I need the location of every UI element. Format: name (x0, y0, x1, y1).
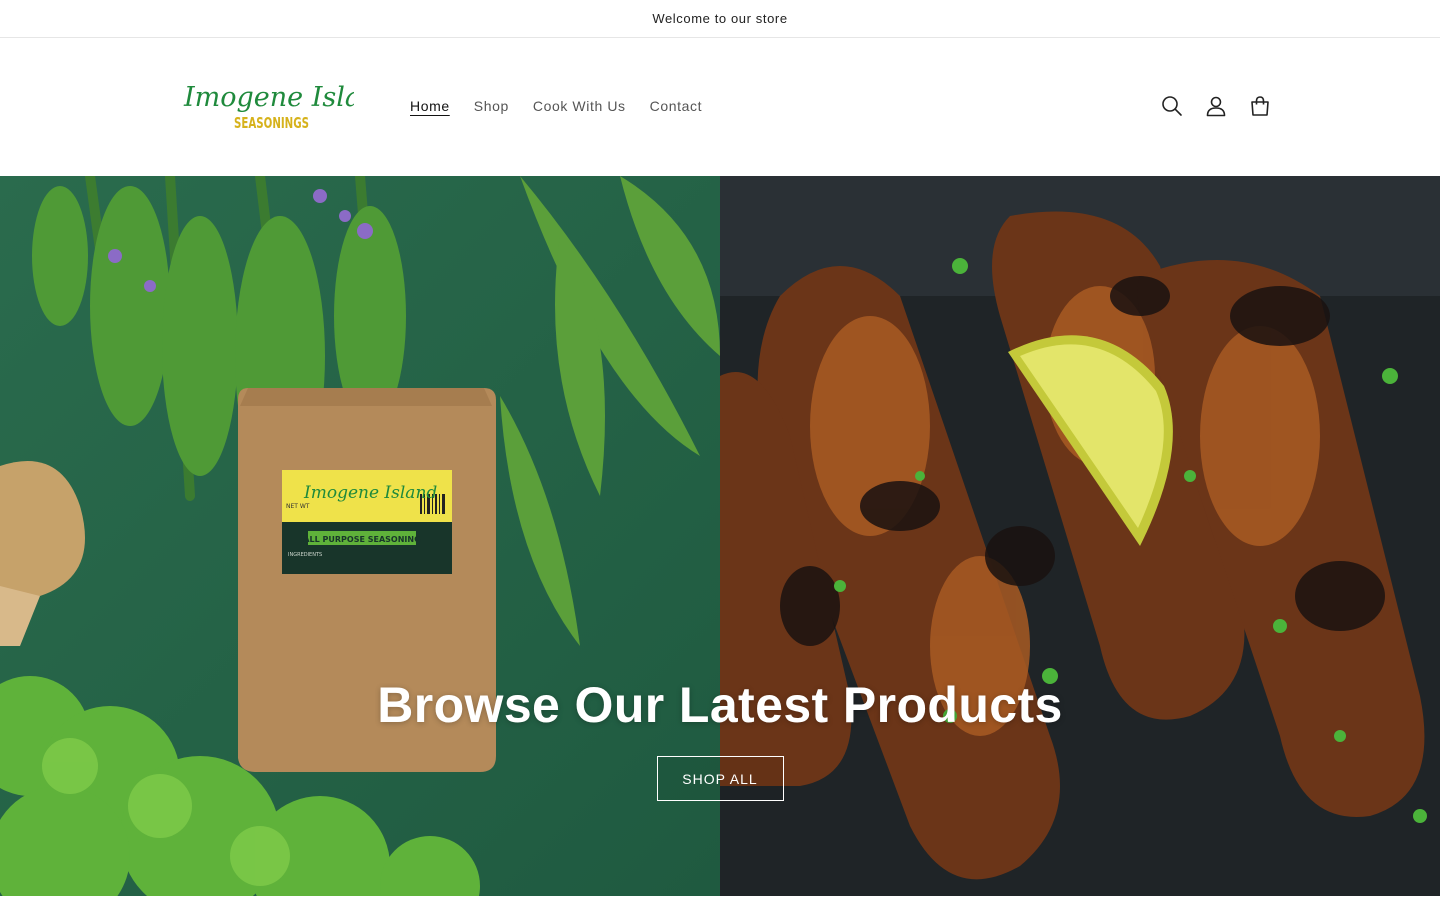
hero-banner: Imogene Island NET WT ALL PURPOSE SEASON… (0, 176, 1440, 896)
cart-icon (1251, 96, 1269, 116)
nav-home-link[interactable]: Home (398, 94, 462, 118)
pouch-ingredients-text: INGREDIENTS (288, 552, 322, 558)
announcement-text: Welcome to our store (652, 11, 788, 26)
logo-subtitle-text: SEASONINGS (234, 114, 309, 132)
search-button[interactable] (1150, 84, 1194, 128)
nav-cook-with-us-link[interactable]: Cook With Us (521, 94, 638, 118)
search-icon (1162, 96, 1182, 116)
store-logo[interactable]: Imogene Island SEASONINGS (182, 78, 354, 134)
pouch-brand-text: Imogene Island (303, 483, 437, 503)
hero-title: Browse Our Latest Products (377, 677, 1063, 733)
account-icon (1206, 96, 1226, 117)
header-icons (1150, 84, 1282, 128)
nav-contact-link[interactable]: Contact (638, 94, 714, 118)
shop-all-button[interactable]: SHOP ALL (656, 756, 784, 801)
pouch-product-text: ALL PURPOSE SEASONING (303, 535, 420, 544)
account-button[interactable] (1194, 84, 1238, 128)
site-header: Imogene Island SEASONINGS Home Shop Cook… (0, 38, 1440, 175)
hero-content: Browse Our Latest Products SHOP ALL (0, 672, 1440, 801)
announcement-bar: Welcome to our store (0, 0, 1440, 38)
nav-shop-link[interactable]: Shop (462, 94, 521, 118)
pouch-netwt-text: NET WT (286, 503, 310, 510)
cart-button[interactable] (1238, 84, 1282, 128)
main-nav: Home Shop Cook With Us Contact (398, 94, 714, 118)
logo-script-text: Imogene Island (183, 82, 354, 113)
